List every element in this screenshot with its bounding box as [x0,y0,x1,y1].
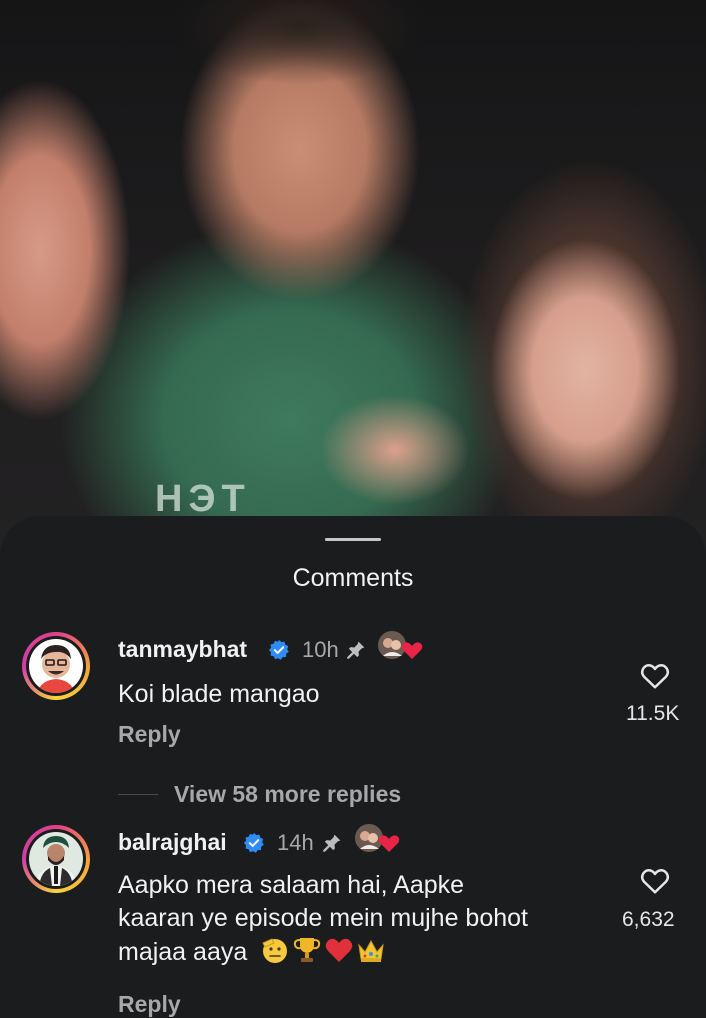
sheet-title: Comments [292,564,414,592]
avatar-story-ring[interactable] [22,632,90,700]
avatar [29,832,83,886]
comment-text: Koi blade mangao [118,680,320,708]
video-hand-gesture [320,395,470,505]
reply-button[interactable]: Reply [118,991,181,1018]
crown-emoji [358,939,384,962]
avatar [29,639,83,693]
emoji-group [260,938,388,966]
like-count: 11.5K [626,702,680,725]
like-heart-icon[interactable] [640,867,670,895]
sheet-drag-handle[interactable] [325,538,381,541]
reply-button[interactable]: Reply [118,721,181,748]
saluting-face-emoji [262,938,288,963]
pin-icon [323,834,341,852]
view-more-replies-button[interactable]: View 58 more replies [174,781,401,808]
creator-liked-heart-icon [376,629,423,661]
comment-text-line-2: kaaran ye episode mein mujhe bohot [118,904,528,932]
trophy-emoji [294,938,321,962]
comment-text-line-3: majaa aaya [118,935,388,968]
like-count: 6,632 [622,908,675,931]
comment-time: 14h [277,830,314,855]
comment-text-line-1: Aapko mera salaam hai, Aapke [118,871,465,899]
red-heart-emoji [325,938,353,962]
like-heart-icon[interactable] [640,662,670,690]
comment-text-line-3-text: majaa aaya [118,938,248,966]
verified-badge-icon [243,832,264,853]
reel-video[interactable]: НЭТ [0,0,706,560]
comment-username[interactable]: balrajghai [118,829,227,856]
creator-liked-heart-icon [353,822,400,854]
comment-username[interactable]: tanmaybhat [118,636,247,663]
avatar-story-ring[interactable] [22,825,90,893]
comment-time: 10h [302,637,339,662]
video-shirt-text: НЭТ [155,478,251,520]
pin-icon [347,641,365,659]
comments-sheet: Comments tanmaybhat 10h Koi blade mangao… [0,516,706,1017]
view-replies-divider [118,794,158,795]
verified-badge-icon [268,639,289,660]
video-person-hair [175,0,425,95]
